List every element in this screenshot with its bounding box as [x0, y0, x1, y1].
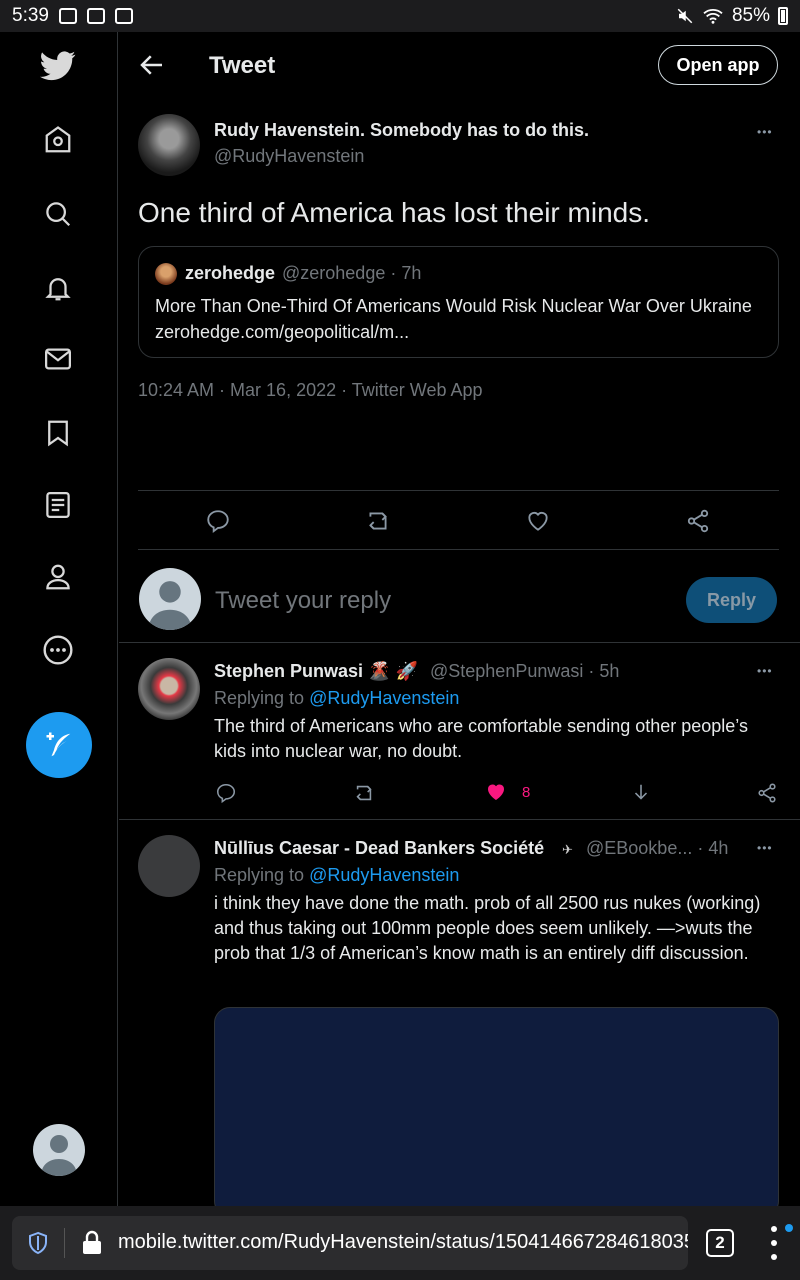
quoted-avatar [155, 263, 177, 285]
badge-icon: ✈ [562, 842, 573, 857]
lists-icon[interactable] [34, 481, 82, 529]
checkbox-icon [114, 8, 133, 24]
status-bar: 5:39 85% [0, 0, 800, 32]
tab-switcher-button[interactable]: 2 [706, 1229, 734, 1257]
tweet-more-icon[interactable] [757, 125, 781, 139]
reply-avatar[interactable] [138, 658, 200, 720]
quoted-tweet[interactable]: zerohedge @zerohedge · 7h More Than One-… [138, 246, 779, 358]
open-app-button[interactable]: Open app [658, 45, 778, 85]
replying-prefix: Replying to [214, 688, 310, 708]
lock-icon[interactable] [80, 1230, 104, 1256]
liked-heart-icon[interactable] [484, 780, 508, 804]
reply-more-icon[interactable] [757, 841, 781, 855]
tweet-text: One third of America has lost their mind… [138, 197, 650, 228]
address-bar[interactable]: mobile.twitter.com/RudyHavenstein/status… [12, 1216, 688, 1270]
messages-mail-icon[interactable] [34, 335, 82, 383]
reply-icon[interactable] [204, 507, 232, 535]
bookmarks-icon[interactable] [34, 409, 82, 457]
divider [119, 819, 800, 820]
replying-mention-link[interactable]: @RudyHavenstein [309, 865, 459, 885]
shield-icon[interactable] [26, 1231, 50, 1255]
battery-icon [778, 7, 788, 25]
retweet-icon[interactable] [364, 507, 392, 535]
reply-text: The third of Americans who are comfortab… [214, 716, 748, 761]
like-count: 8 [522, 784, 531, 801]
tweet-action-bar [138, 490, 779, 550]
reply-author-name[interactable]: Nūllīus Caesar - Dead Bankers Société [214, 838, 544, 859]
quoted-author-name: zerohedge [185, 263, 276, 283]
reply-author-name[interactable]: Stephen Punwasi 🌋 🚀 [214, 661, 418, 682]
image-icon [86, 8, 105, 24]
replying-to: Replying to @RudyHavenstein [214, 688, 459, 709]
reply-text: i think they have done the math. prob of… [214, 893, 761, 963]
replying-to: Replying to @RudyHavenstein [214, 865, 459, 886]
more-options-icon[interactable] [34, 626, 82, 674]
divider [119, 642, 800, 643]
like-heart-icon[interactable] [524, 507, 552, 535]
author-avatar[interactable] [138, 114, 200, 176]
share-icon[interactable] [755, 781, 779, 805]
wifi-icon [703, 9, 723, 24]
reply-media-image[interactable] [214, 1007, 779, 1206]
reply-input[interactable]: Tweet your reply [215, 587, 391, 615]
author-handle[interactable]: @RudyHavenstein [214, 146, 364, 167]
notification-dot [785, 1224, 793, 1232]
reply-author-meta: @EBookbe... · 4h [586, 838, 729, 858]
reply-composer-avatar [139, 568, 201, 630]
retweet-icon[interactable] [352, 781, 376, 805]
browser-toolbar: mobile.twitter.com/RudyHavenstein/status… [0, 1206, 800, 1280]
page-header: Tweet Open app [119, 32, 800, 98]
reply-more-icon[interactable] [757, 664, 781, 678]
feather-plus-icon [46, 732, 71, 757]
author-name[interactable]: Rudy Havenstein. Somebody has to do this… [214, 120, 589, 141]
quoted-text: More Than One-Third Of Americans Would R… [155, 296, 752, 342]
reply-button[interactable]: Reply [686, 577, 777, 623]
back-arrow-icon[interactable] [137, 50, 167, 80]
status-time: 5:39 [12, 5, 49, 26]
twitter-logo-icon[interactable] [34, 42, 82, 90]
quoted-author-meta: @zerohedge · 7h [282, 263, 422, 283]
battery-percent: 85% [731, 5, 770, 26]
mute-icon [677, 8, 693, 24]
share-icon[interactable] [684, 507, 712, 535]
side-nav [0, 32, 118, 1206]
tweet-detail: Tweet Open app Rudy Havenstein. Somebody… [119, 32, 800, 1206]
reply-icon[interactable] [214, 781, 238, 805]
account-avatar[interactable] [33, 1124, 85, 1176]
reply-author-meta: @StephenPunwasi · 5h [430, 661, 620, 681]
url-text[interactable]: mobile.twitter.com/RudyHavenstein/status… [118, 1231, 688, 1254]
compose-tweet-button[interactable] [26, 712, 92, 778]
download-arrow-icon[interactable] [629, 781, 653, 805]
profile-icon[interactable] [34, 553, 82, 601]
replying-mention-link[interactable]: @RudyHavenstein [309, 688, 459, 708]
screen-record-icon [58, 8, 77, 24]
search-icon[interactable] [34, 190, 82, 238]
tweet-timestamp: 10:24 AM · Mar 16, 2022 · Twitter Web Ap… [138, 380, 483, 400]
divider [64, 1228, 65, 1258]
replying-prefix: Replying to [214, 865, 310, 885]
notifications-bell-icon[interactable] [34, 264, 82, 312]
reply-avatar[interactable] [138, 835, 200, 897]
browser-menu-icon[interactable] [764, 1226, 784, 1260]
page-title: Tweet [209, 52, 276, 79]
home-icon[interactable] [34, 116, 82, 164]
